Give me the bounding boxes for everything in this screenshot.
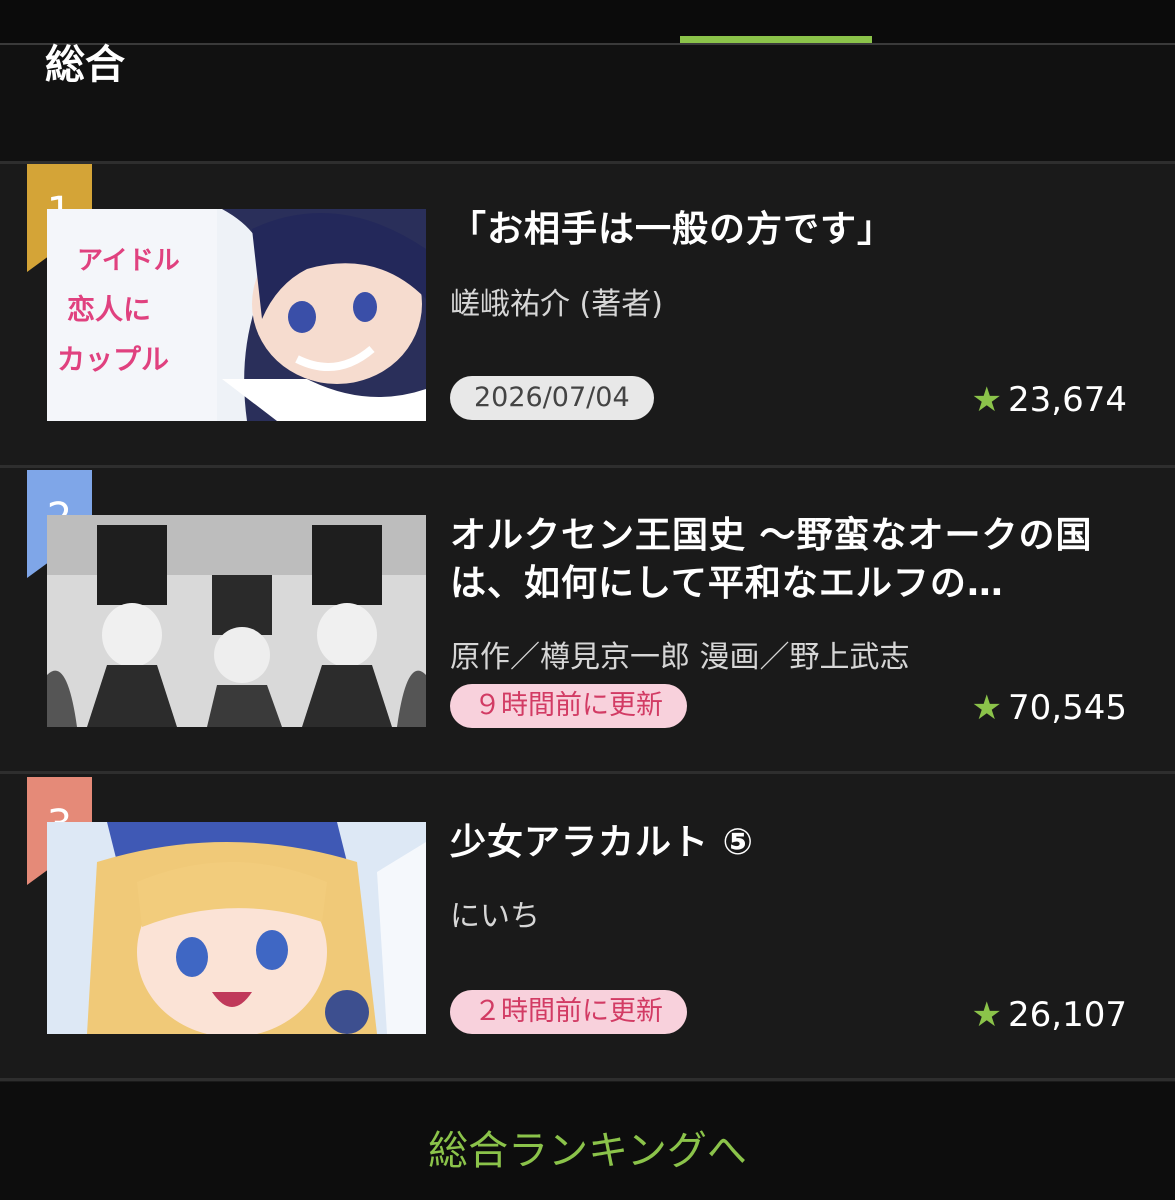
cover-thumbnail[interactable] bbox=[47, 822, 426, 1034]
star-icon: ★ bbox=[971, 995, 1003, 1035]
item-title[interactable]: 少女アラカルト ⑤ bbox=[450, 819, 1140, 867]
row-divider bbox=[0, 1078, 1175, 1081]
status-badge: 2026/07/04 bbox=[450, 376, 654, 420]
status-badge: ２時間前に更新 bbox=[450, 990, 687, 1034]
cover-thumbnail[interactable] bbox=[47, 515, 426, 727]
item-author: にいち bbox=[450, 899, 540, 934]
item-author: 原作／樽見京一郎 漫画／野上武志 bbox=[450, 640, 910, 675]
star-icon: ★ bbox=[971, 688, 1003, 728]
svg-text:恋人に: 恋人に bbox=[67, 293, 151, 326]
row-divider bbox=[0, 771, 1175, 774]
ranking-item-2[interactable]: 2 オルクセン王国史 〜野蛮なオークの国は、如何にして平和なエルフの… 原作／樽… bbox=[0, 470, 1175, 776]
active-tab-indicator bbox=[680, 36, 872, 43]
svg-text:アイドル: アイドル bbox=[77, 246, 180, 276]
overall-ranking-link[interactable]: 総合ランキングへ bbox=[0, 1082, 1175, 1200]
overall-ranking-link-label[interactable]: 総合ランキングへ bbox=[428, 1118, 747, 1176]
ranking-item-3[interactable]: 3 少女アラカルト ⑤ にいち ２時間前に更新 ★ 26,107 bbox=[0, 777, 1175, 1083]
rating-count: 26,107 bbox=[1008, 995, 1127, 1035]
rating-count: 23,674 bbox=[1008, 380, 1127, 420]
star-icon: ★ bbox=[971, 380, 1003, 420]
status-badge: ９時間前に更新 bbox=[450, 684, 687, 728]
rating: ★ 70,545 bbox=[972, 688, 1127, 728]
cover-thumbnail[interactable]: アイドル 恋人に カップル bbox=[47, 209, 426, 421]
top-tab-bar bbox=[0, 0, 1175, 45]
item-title[interactable]: 「お相手は一般の方です」 bbox=[450, 206, 1140, 254]
rating-count: 70,545 bbox=[1008, 688, 1127, 728]
row-divider bbox=[0, 465, 1175, 468]
rating: ★ 26,107 bbox=[972, 995, 1127, 1035]
section-title: 総合 bbox=[45, 42, 125, 88]
item-author: 嵯峨祐介 (著者) bbox=[450, 287, 663, 322]
svg-text:カップル: カップル bbox=[57, 343, 169, 376]
item-title[interactable]: オルクセン王国史 〜野蛮なオークの国は、如何にして平和なエルフの… bbox=[450, 512, 1140, 608]
ranking-item-1[interactable]: 1 アイドル 恋人に カップル 「お相手は一般の方です」 嵯峨祐介 (著者) 2… bbox=[0, 164, 1175, 470]
rating: ★ 23,674 bbox=[972, 380, 1127, 420]
section-header: 総合 bbox=[0, 45, 1175, 161]
